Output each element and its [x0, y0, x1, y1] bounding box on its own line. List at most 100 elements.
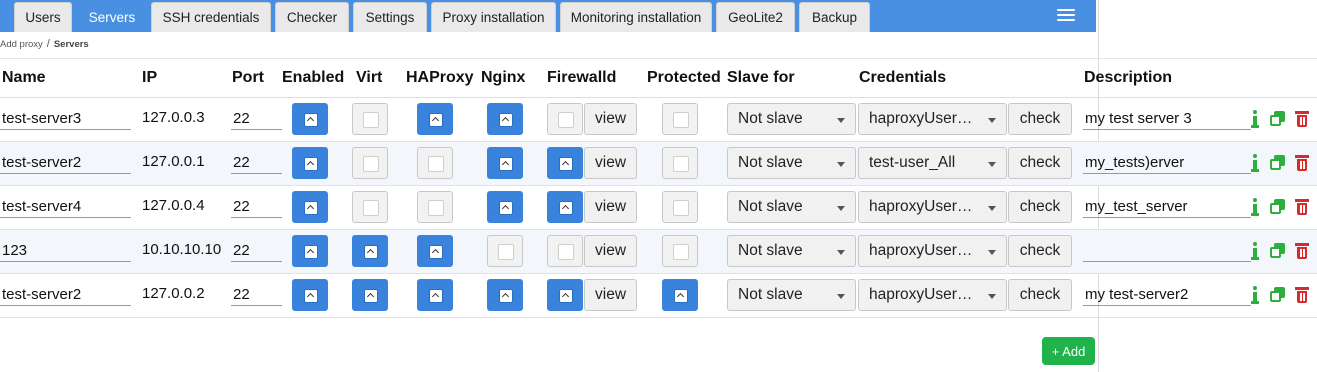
- copy-icon[interactable]: [1270, 287, 1286, 303]
- tab-geolite2[interactable]: GeoLite2: [716, 2, 795, 32]
- credentials-select[interactable]: haproxyUser…: [858, 235, 1007, 267]
- protected-checkbox[interactable]: [662, 103, 698, 135]
- virt-checkbox[interactable]: [352, 147, 388, 179]
- enabled-checkbox[interactable]: [292, 279, 328, 311]
- server-ip: 127.0.0.2: [142, 285, 205, 302]
- credentials-value: haproxyUser…: [869, 198, 973, 215]
- server-name-input[interactable]: [0, 152, 131, 174]
- description-input[interactable]: [1083, 196, 1251, 218]
- table-header: Name IP Port Enabled Virt HAProxy Nginx …: [0, 58, 1317, 98]
- tab-users[interactable]: Users: [14, 2, 72, 32]
- description-input[interactable]: [1083, 240, 1251, 262]
- copy-icon[interactable]: [1270, 111, 1286, 127]
- tab-backup[interactable]: Backup: [799, 2, 870, 32]
- tab-settings[interactable]: Settings: [353, 2, 427, 32]
- server-port-input[interactable]: [231, 108, 282, 130]
- copy-icon[interactable]: [1270, 243, 1286, 259]
- firewalld-view-button[interactable]: view: [584, 235, 637, 267]
- enabled-checkbox[interactable]: [292, 103, 328, 135]
- firewalld-view-button[interactable]: view: [584, 103, 637, 135]
- slave-for-select[interactable]: Not slave: [727, 279, 856, 311]
- virt-checkbox[interactable]: [352, 279, 388, 311]
- nginx-checkbox[interactable]: [487, 235, 523, 267]
- nginx-checkbox[interactable]: [487, 103, 523, 135]
- info-icon[interactable]: [1250, 242, 1260, 260]
- enabled-checkbox[interactable]: [292, 235, 328, 267]
- server-port-input[interactable]: [231, 284, 282, 306]
- server-name-input[interactable]: [0, 196, 131, 218]
- enabled-checkbox[interactable]: [292, 191, 328, 223]
- check-credentials-button[interactable]: check: [1008, 279, 1072, 311]
- tab-ssh-credentials[interactable]: SSH credentials: [151, 2, 271, 32]
- credentials-value: haproxyUser…: [869, 286, 973, 303]
- tab-proxy-installation[interactable]: Proxy installation: [431, 2, 556, 32]
- breadcrumb-parent[interactable]: Add proxy: [0, 39, 43, 50]
- check-credentials-button[interactable]: check: [1008, 191, 1072, 223]
- haproxy-checkbox[interactable]: [417, 147, 453, 179]
- check-credentials-button[interactable]: check: [1008, 147, 1072, 179]
- virt-checkbox[interactable]: [352, 235, 388, 267]
- col-description: Description: [1084, 69, 1173, 86]
- firewalld-checkbox[interactable]: [547, 147, 583, 179]
- check-credentials-button[interactable]: check: [1008, 103, 1072, 135]
- virt-checkbox[interactable]: [352, 191, 388, 223]
- info-icon[interactable]: [1250, 110, 1260, 128]
- description-input[interactable]: [1083, 152, 1251, 174]
- delete-icon[interactable]: [1295, 199, 1309, 215]
- slave-for-select[interactable]: Not slave: [727, 147, 856, 179]
- copy-icon[interactable]: [1270, 199, 1286, 215]
- nginx-checkbox[interactable]: [487, 147, 523, 179]
- info-icon[interactable]: [1250, 286, 1260, 304]
- description-input[interactable]: [1083, 108, 1251, 130]
- nginx-checkbox[interactable]: [487, 191, 523, 223]
- check-credentials-button[interactable]: check: [1008, 235, 1072, 267]
- col-enabled: Enabled: [282, 69, 345, 86]
- copy-icon[interactable]: [1270, 155, 1286, 171]
- firewalld-view-button[interactable]: view: [584, 279, 637, 311]
- server-name-input[interactable]: [0, 240, 131, 262]
- server-ip: 127.0.0.4: [142, 197, 205, 214]
- server-name-input[interactable]: [0, 108, 131, 130]
- tab-monitoring-installation[interactable]: Monitoring installation: [560, 2, 712, 32]
- slave-for-select[interactable]: Not slave: [727, 235, 856, 267]
- firewalld-checkbox[interactable]: [547, 103, 583, 135]
- virt-checkbox[interactable]: [352, 103, 388, 135]
- firewalld-checkbox[interactable]: [547, 191, 583, 223]
- delete-icon[interactable]: [1295, 111, 1309, 127]
- credentials-select[interactable]: haproxyUser…: [858, 191, 1007, 223]
- firewalld-checkbox[interactable]: [547, 235, 583, 267]
- firewalld-view-button[interactable]: view: [584, 191, 637, 223]
- server-name-input[interactable]: [0, 284, 131, 306]
- credentials-select[interactable]: haproxyUser…: [858, 279, 1007, 311]
- tab-servers[interactable]: Servers: [77, 2, 147, 32]
- chevron-down-icon: [837, 162, 845, 167]
- delete-icon[interactable]: [1295, 243, 1309, 259]
- server-port-input[interactable]: [231, 152, 282, 174]
- hamburger-icon[interactable]: [1057, 6, 1075, 24]
- enabled-checkbox[interactable]: [292, 147, 328, 179]
- protected-checkbox[interactable]: [662, 147, 698, 179]
- slave-for-select[interactable]: Not slave: [727, 103, 856, 135]
- firewalld-checkbox[interactable]: [547, 279, 583, 311]
- server-port-input[interactable]: [231, 240, 282, 262]
- credentials-select[interactable]: test-user_All: [858, 147, 1007, 179]
- delete-icon[interactable]: [1295, 155, 1309, 171]
- add-server-button[interactable]: + Add: [1042, 337, 1095, 365]
- haproxy-checkbox[interactable]: [417, 103, 453, 135]
- haproxy-checkbox[interactable]: [417, 235, 453, 267]
- haproxy-checkbox[interactable]: [417, 191, 453, 223]
- description-input[interactable]: [1083, 284, 1251, 306]
- credentials-select[interactable]: haproxyUser…: [858, 103, 1007, 135]
- haproxy-checkbox[interactable]: [417, 279, 453, 311]
- slave-for-select[interactable]: Not slave: [727, 191, 856, 223]
- delete-icon[interactable]: [1295, 287, 1309, 303]
- protected-checkbox[interactable]: [662, 279, 698, 311]
- protected-checkbox[interactable]: [662, 235, 698, 267]
- tab-checker[interactable]: Checker: [275, 2, 349, 32]
- info-icon[interactable]: [1250, 198, 1260, 216]
- nginx-checkbox[interactable]: [487, 279, 523, 311]
- info-icon[interactable]: [1250, 154, 1260, 172]
- protected-checkbox[interactable]: [662, 191, 698, 223]
- server-port-input[interactable]: [231, 196, 282, 218]
- firewalld-view-button[interactable]: view: [584, 147, 637, 179]
